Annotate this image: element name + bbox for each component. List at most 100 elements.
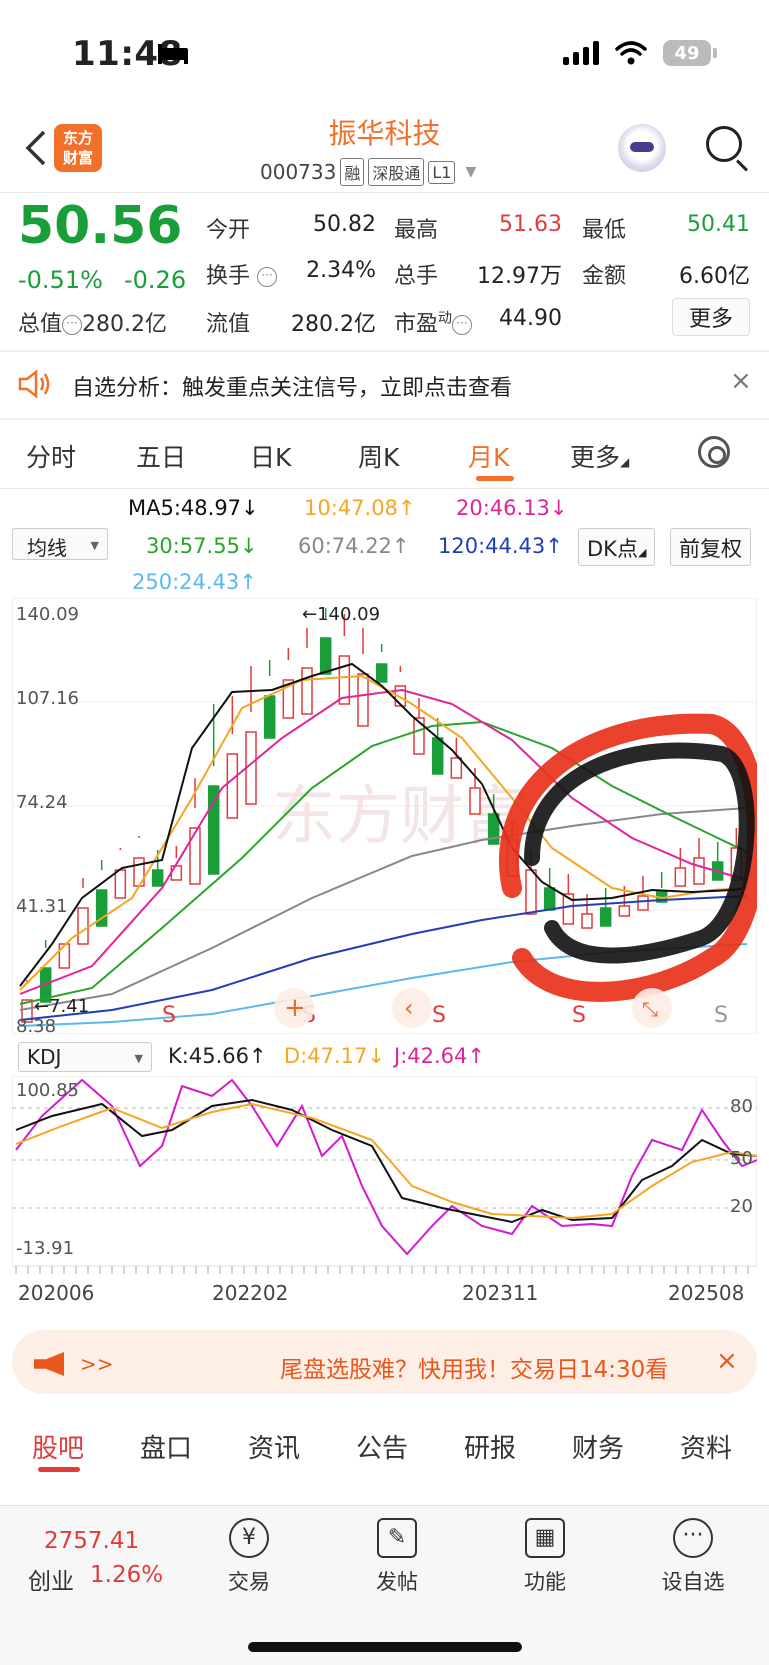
tab-five-day[interactable]: 五日 xyxy=(136,438,186,474)
candle-body xyxy=(637,895,649,911)
nav-add-watchlist[interactable]: ··· 设自选 xyxy=(638,1518,748,1596)
nav-functions[interactable]: ▦ 功能 xyxy=(490,1518,600,1596)
robot-assistant-icon[interactable] xyxy=(618,124,666,172)
tab-finance[interactable]: 财务 xyxy=(572,1428,624,1465)
more-button[interactable]: 更多 xyxy=(672,298,750,336)
high-value: 51.63 xyxy=(499,212,562,237)
candle-body xyxy=(413,717,425,755)
ma10-legend: 10:47.08↑ xyxy=(304,496,416,520)
close-icon[interactable]: × xyxy=(730,366,752,396)
promo-text[interactable]: 尾盘选股难？快用我！交易日14:30看 xyxy=(280,1350,668,1384)
amount-value: 6.60亿 xyxy=(679,264,750,289)
tab-more[interactable]: 更多◢ xyxy=(570,438,629,474)
tag-margin: 融 xyxy=(340,158,365,186)
bottom-tab-underline xyxy=(38,1467,80,1472)
chevron-down-icon: ▼ xyxy=(465,164,477,180)
divider xyxy=(0,488,769,489)
pe-value: 44.90 xyxy=(499,306,562,331)
kdj-select[interactable]: KDJ ▼ xyxy=(18,1042,152,1072)
amount-label: 金额 xyxy=(582,264,627,289)
float-value: 280.2亿 xyxy=(291,312,376,337)
speaker-icon xyxy=(18,370,50,398)
current-price: 50.56 xyxy=(18,196,183,256)
candle-body xyxy=(599,907,612,927)
svg-text:+: + xyxy=(284,993,306,1023)
divider xyxy=(0,418,769,420)
info-dots-icon[interactable]: ··· xyxy=(257,267,278,287)
ma5-legend: MA5:48.97↓ xyxy=(128,496,259,520)
kdj-level-20: 20 xyxy=(730,1196,753,1217)
tab-news[interactable]: 资讯 xyxy=(248,1428,300,1465)
edit-icon: ✎ xyxy=(377,1518,417,1558)
y-label-top: 140.09 xyxy=(16,604,79,625)
candle-body xyxy=(450,757,463,779)
tab-announcements[interactable]: 公告 xyxy=(356,1428,408,1465)
volume-label: 总手 xyxy=(394,264,439,289)
tab-profile[interactable]: 资料 xyxy=(680,1428,732,1465)
candle-body xyxy=(114,869,127,899)
search-icon[interactable] xyxy=(706,126,742,162)
turnover-label: 换手 ··· xyxy=(206,258,278,290)
tab-monthly-k[interactable]: 月K xyxy=(468,438,509,474)
arrow-icon: >> xyxy=(80,1352,114,1376)
info-dots-icon[interactable]: ··· xyxy=(452,315,473,335)
signal-icon xyxy=(563,41,599,65)
candle-body xyxy=(581,913,593,929)
mktcap-value: 280.2亿 xyxy=(82,312,167,337)
tab-intraday[interactable]: 分时 xyxy=(26,438,76,474)
candle-body xyxy=(77,907,89,945)
close-promo-icon[interactable]: × xyxy=(716,1346,738,1376)
candle-body xyxy=(469,787,481,815)
low-marker: ←7.41 xyxy=(34,996,89,1017)
kdj-level-80: 80 xyxy=(730,1096,753,1117)
y-label-4: 41.31 xyxy=(16,896,68,917)
ma30-legend: 30:57.55↓ xyxy=(146,534,258,558)
divider xyxy=(0,192,769,193)
index-value[interactable]: 2757.41 xyxy=(44,1528,139,1554)
s-signal: S xyxy=(162,1003,176,1028)
high-label: 最高 xyxy=(394,218,439,243)
bed-icon xyxy=(158,44,188,64)
banner-text[interactable]: 自选分析：触发重点关注信号，立即点击查看 xyxy=(72,370,512,402)
float-label: 流值 xyxy=(206,312,251,337)
tab-forum[interactable]: 股吧 xyxy=(32,1428,84,1465)
candle-body xyxy=(226,753,239,819)
ma60-legend: 60:74.22↑ xyxy=(298,534,410,558)
index-name: 创业 xyxy=(28,1569,74,1595)
info-dots-icon[interactable]: ··· xyxy=(62,315,83,335)
x-label-1: 202006 xyxy=(18,1281,94,1305)
volume-value: 12.97万 xyxy=(477,264,562,289)
nav-post[interactable]: ✎ 发帖 xyxy=(342,1518,452,1596)
kdj-k-value: K:45.66↑ xyxy=(168,1044,267,1068)
stock-code-row[interactable]: 000733 融 深股通 L1 ▼ xyxy=(260,158,476,186)
indicator-select[interactable]: 均线 ▼ xyxy=(12,528,108,560)
svg-text:‹: ‹ xyxy=(404,994,414,1022)
tag-connect: 深股通 xyxy=(368,158,425,186)
mktcap-label: 总值 ··· 280.2亿 xyxy=(18,312,167,337)
candle-body xyxy=(543,887,556,911)
gear-icon[interactable] xyxy=(698,436,730,468)
kdj-y-top: 100.85 xyxy=(16,1080,79,1101)
adjust-button[interactable]: 前复权 xyxy=(670,528,751,566)
candle-body xyxy=(431,737,444,775)
candle-body xyxy=(693,857,705,885)
svg-text:⤡: ⤡ xyxy=(642,997,658,1021)
tab-daily-k[interactable]: 日K xyxy=(250,438,291,474)
s-signal: S xyxy=(432,1003,446,1028)
status-right: 49 xyxy=(563,40,717,66)
divider xyxy=(0,350,769,352)
battery-icon: 49 xyxy=(663,40,717,66)
change-amount: -0.26 xyxy=(124,266,187,294)
tab-research[interactable]: 研报 xyxy=(464,1428,516,1465)
candle-body xyxy=(357,673,369,727)
candle-body xyxy=(151,869,164,887)
wifi-icon xyxy=(615,41,647,65)
tab-order-book[interactable]: 盘口 xyxy=(140,1428,192,1465)
tab-underline xyxy=(476,476,514,481)
dk-point-button[interactable]: DK点◢ xyxy=(578,528,656,566)
kdj-chart[interactable]: 100.85 -13.91 80 50 20 202006 202202 202… xyxy=(12,1076,757,1316)
nav-trade[interactable]: ¥ 交易 xyxy=(194,1518,304,1596)
candlestick-chart[interactable]: 东方财富 140.09 107.16 74.24 41.31 8.38 ←140… xyxy=(12,598,757,1034)
tab-weekly-k[interactable]: 周K xyxy=(358,438,399,474)
kdj-level-50: 50 xyxy=(730,1148,753,1169)
